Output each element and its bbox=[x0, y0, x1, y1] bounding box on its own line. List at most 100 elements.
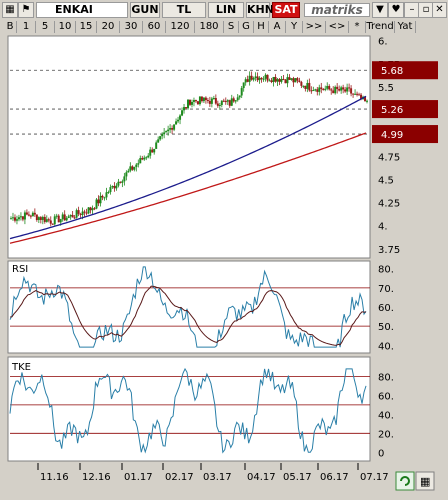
candle-body bbox=[21, 216, 24, 220]
sat-button[interactable]: SAT bbox=[272, 2, 300, 18]
period-14-button[interactable]: Y bbox=[286, 21, 303, 33]
period-11-button[interactable]: G bbox=[239, 21, 254, 33]
tl-button[interactable]: TL bbox=[162, 2, 206, 18]
candle-body bbox=[288, 77, 291, 80]
tke-title: TKE bbox=[11, 362, 31, 373]
period-19-button[interactable]: Yat bbox=[395, 21, 416, 33]
candle-body bbox=[328, 85, 331, 90]
candle-body bbox=[236, 97, 239, 101]
candle-body bbox=[151, 149, 154, 153]
candle-body bbox=[244, 79, 247, 83]
period-13-button[interactable]: A bbox=[269, 21, 286, 33]
candle-body bbox=[338, 89, 341, 91]
period-5-button[interactable]: 20 bbox=[97, 21, 120, 33]
candle-body bbox=[115, 185, 118, 189]
period-16-button[interactable]: <> bbox=[326, 21, 349, 33]
period-4-button[interactable]: 15 bbox=[76, 21, 97, 33]
tke-tick-label: 20. bbox=[378, 429, 394, 440]
candle-body bbox=[135, 164, 138, 167]
period-0-button[interactable]: B bbox=[4, 21, 17, 33]
gun-button[interactable]: GUN bbox=[130, 2, 160, 18]
lin-button[interactable]: LIN bbox=[208, 2, 244, 18]
candle-body bbox=[133, 166, 136, 170]
candle-body bbox=[326, 85, 329, 89]
candle-body bbox=[292, 78, 295, 83]
chart-area: 6.5.755.55.2754.754.54.254.3.75 5.685.26… bbox=[7, 35, 438, 491]
tke-tick-label: 0 bbox=[378, 448, 384, 459]
candle-body bbox=[358, 94, 361, 96]
candle-body bbox=[89, 207, 92, 211]
period-2-button[interactable]: 5 bbox=[36, 21, 55, 33]
candle-body bbox=[266, 74, 269, 81]
x-tick-label: 07.17 bbox=[360, 472, 389, 483]
period-15-button[interactable]: >> bbox=[303, 21, 326, 33]
candle-body bbox=[298, 80, 301, 83]
refresh-icon[interactable] bbox=[395, 471, 415, 491]
down-arrow-icon[interactable]: ▼ bbox=[372, 2, 388, 18]
candle-body bbox=[85, 212, 88, 214]
period-7-button[interactable]: 60 bbox=[143, 21, 166, 33]
candle-body bbox=[47, 219, 50, 221]
candle-body bbox=[17, 217, 20, 220]
tke-tick-label: 40. bbox=[378, 410, 394, 421]
candle-body bbox=[264, 74, 267, 79]
candle-body bbox=[109, 187, 112, 193]
candle-body bbox=[194, 100, 197, 102]
candle-body bbox=[129, 166, 132, 171]
candle-body bbox=[87, 207, 90, 214]
candle-body bbox=[43, 216, 46, 222]
candle-body bbox=[81, 211, 84, 215]
candle-body bbox=[260, 77, 263, 80]
candle-body bbox=[67, 216, 70, 218]
candle-body bbox=[145, 157, 148, 159]
period-8-button[interactable]: 120 bbox=[166, 21, 195, 33]
candle-body bbox=[340, 87, 343, 91]
price-tick-label: 4.5 bbox=[378, 175, 394, 186]
candle-body bbox=[53, 216, 56, 225]
chart-menu-icon[interactable]: ▦ bbox=[2, 2, 18, 18]
candle-body bbox=[59, 219, 62, 223]
heart-icon[interactable]: ♥ bbox=[388, 2, 404, 18]
candle-body bbox=[177, 119, 180, 122]
candle-body bbox=[310, 90, 313, 92]
candle-body bbox=[99, 195, 102, 204]
candle-body bbox=[318, 87, 321, 92]
candle-body bbox=[206, 100, 209, 102]
candle-body bbox=[91, 208, 94, 211]
candle-body bbox=[246, 79, 249, 82]
candle-body bbox=[312, 90, 315, 92]
candle-body bbox=[304, 85, 307, 89]
candle-body bbox=[272, 76, 275, 82]
period-6-button[interactable]: 30 bbox=[120, 21, 143, 33]
period-9-button[interactable]: 180 bbox=[195, 21, 224, 33]
candle-body bbox=[125, 172, 128, 177]
candle-body bbox=[254, 76, 257, 78]
candle-body bbox=[262, 78, 265, 80]
settings-icon[interactable]: ▦ bbox=[415, 471, 435, 491]
period-17-button[interactable]: * bbox=[349, 21, 366, 33]
candle-body bbox=[15, 219, 18, 221]
khn-button[interactable]: KHN bbox=[246, 2, 274, 18]
candle-body bbox=[232, 98, 235, 102]
close-icon[interactable]: ✕ bbox=[432, 2, 447, 18]
candle-body bbox=[252, 77, 255, 80]
candle-body bbox=[97, 199, 100, 204]
price-tick-label: 3.75 bbox=[378, 245, 400, 256]
candle-body bbox=[63, 214, 66, 221]
period-1-button[interactable]: 1 bbox=[17, 21, 36, 33]
candle-body bbox=[75, 210, 78, 218]
candle-body bbox=[276, 79, 279, 82]
period-10-button[interactable]: S bbox=[224, 21, 239, 33]
period-12-button[interactable]: H bbox=[254, 21, 269, 33]
candle-body bbox=[344, 89, 347, 92]
candle-body bbox=[278, 79, 281, 82]
candle-body bbox=[296, 78, 299, 81]
candle-body bbox=[121, 181, 124, 183]
period-3-button[interactable]: 10 bbox=[55, 21, 76, 33]
period-18-button[interactable]: Trend bbox=[366, 21, 395, 33]
flag-icon[interactable]: ⚑ bbox=[18, 2, 34, 18]
candle-body bbox=[185, 107, 188, 109]
candle-body bbox=[204, 97, 207, 101]
candle-body bbox=[190, 101, 193, 105]
symbol-field[interactable]: ENKAI bbox=[36, 2, 128, 18]
